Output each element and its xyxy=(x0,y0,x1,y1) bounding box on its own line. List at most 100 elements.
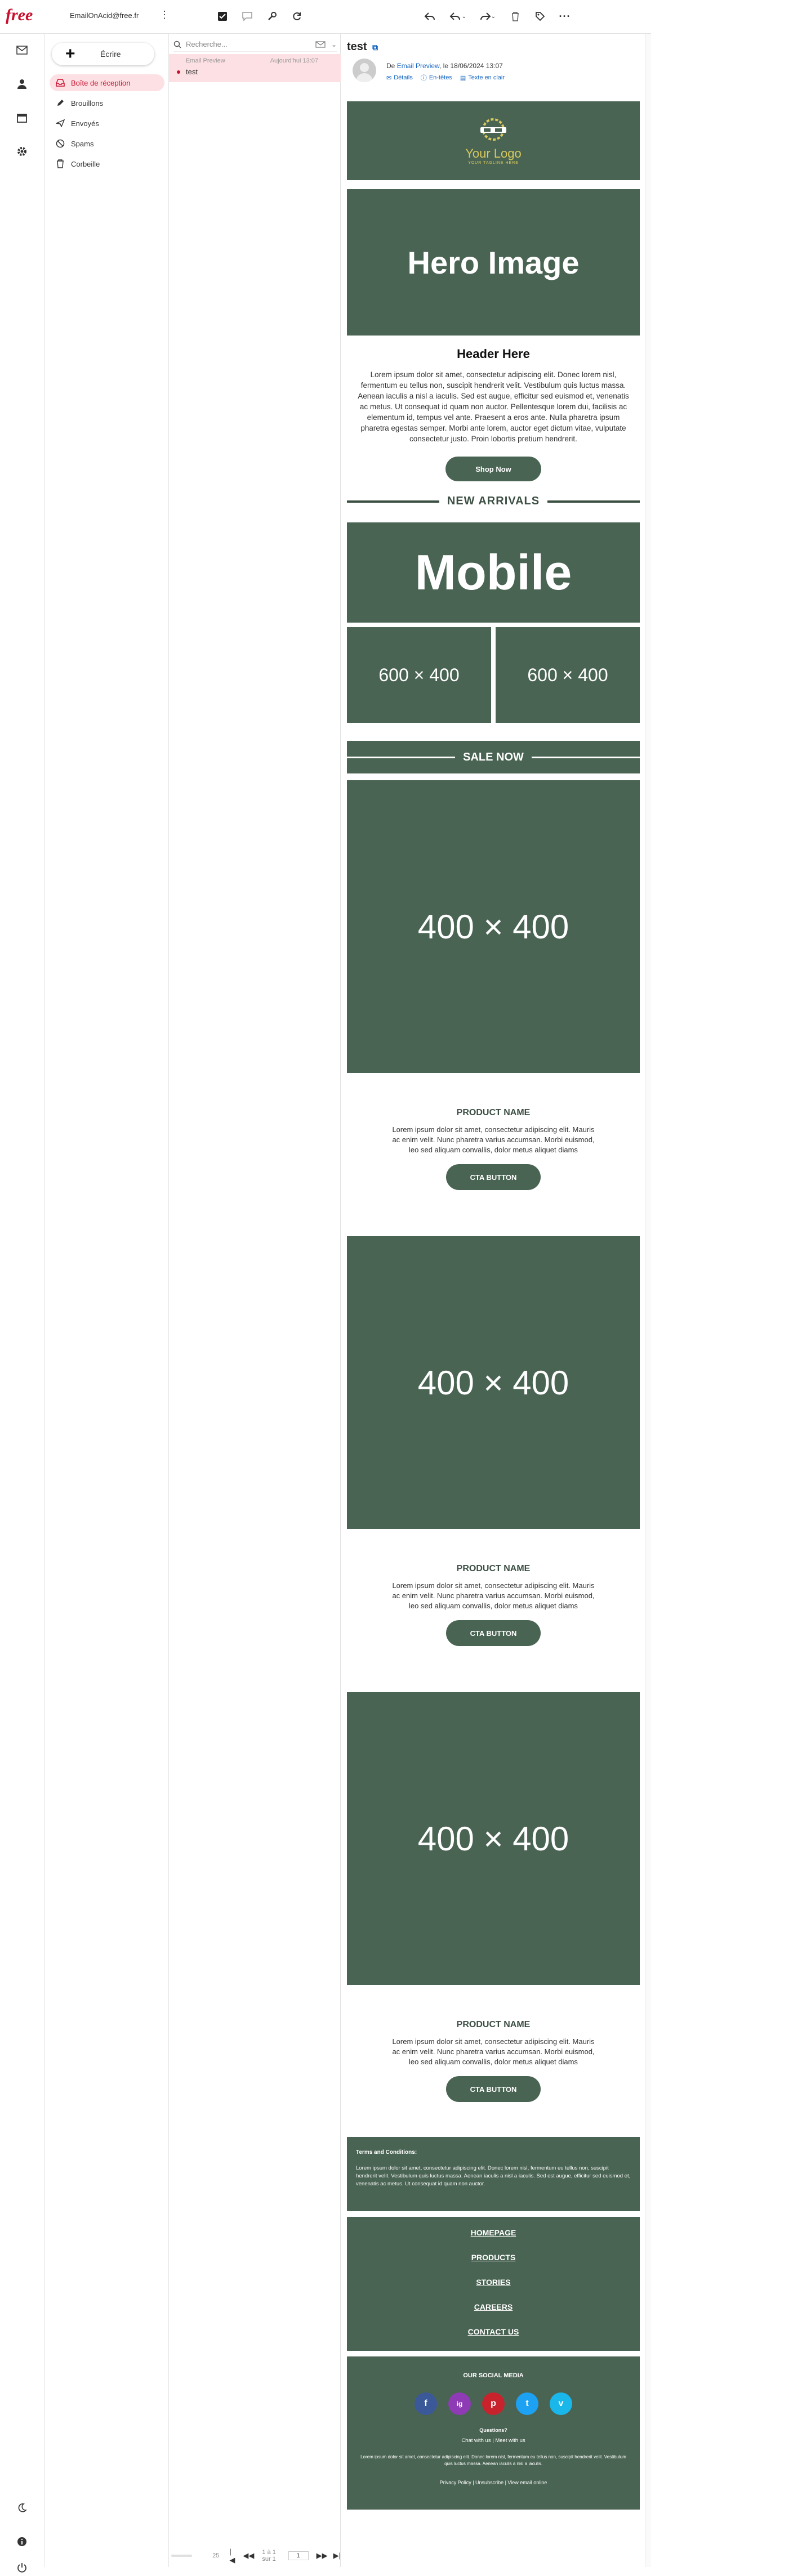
calendar-icon[interactable] xyxy=(14,109,30,126)
headers-label: En-têtes xyxy=(429,74,452,81)
chat-icon[interactable] xyxy=(239,8,256,25)
terms-block: Terms and Conditions: Lorem ipsum dolor … xyxy=(347,2137,640,2211)
facebook-icon[interactable]: f xyxy=(415,2392,437,2415)
product-block: 400 × 400 PRODUCT NAME Lorem ipsum dolor… xyxy=(347,780,640,1190)
vimeo-icon[interactable]: v xyxy=(550,2392,572,2415)
plain-text-link[interactable]: ▤ Texte en clair xyxy=(460,73,505,82)
email-body: Your Logo YOUR TAGLINE HERE Hero Image H… xyxy=(347,101,640,2510)
search-bar[interactable]: Recherche... ⌄ xyxy=(173,37,337,52)
account-email: EmailOnAcid@free.fr xyxy=(70,11,139,20)
list-item-date: Aujourd'hui 13:07 xyxy=(270,57,318,64)
hero-image: Hero Image xyxy=(347,189,640,336)
open-external-icon[interactable]: ⧉ xyxy=(372,43,378,52)
page-number-input[interactable]: 1 xyxy=(288,2551,309,2560)
sale-now-banner: SALE NOW xyxy=(347,741,640,773)
first-page-icon[interactable]: |◀ xyxy=(229,2547,235,2565)
pinterest-icon[interactable]: p xyxy=(482,2392,505,2415)
email-header: Header Here xyxy=(457,347,530,361)
nav-link-contact[interactable]: CONTACT US xyxy=(347,2327,640,2336)
cta-button[interactable]: CTA BUTTON xyxy=(446,1620,541,1646)
message-subject: test ⧉ xyxy=(347,41,378,53)
footer-links[interactable]: Privacy Policy | Unsubscribe | View emai… xyxy=(347,2480,640,2485)
shop-now-button[interactable]: Shop Now xyxy=(445,457,541,481)
last-page-icon[interactable]: ▶| xyxy=(333,2551,341,2560)
details-label: Détails xyxy=(394,74,413,81)
compose-button[interactable]: + Écrire xyxy=(52,43,154,65)
trash-icon[interactable] xyxy=(507,8,524,25)
list-pager: 25 |◀ ◀◀ 1 à 1 sur 1 1 ▶▶ ▶| xyxy=(169,2544,341,2567)
tag-icon[interactable] xyxy=(532,8,549,25)
app-rail xyxy=(0,34,45,2573)
product-image: 400 × 400 xyxy=(347,780,640,1073)
send-icon xyxy=(55,118,65,128)
refresh-icon[interactable] xyxy=(288,8,305,25)
envelope-icon: ✉ xyxy=(386,74,392,82)
chat-links[interactable]: Chat with us | Meet with us xyxy=(347,2438,640,2444)
document-icon: ▤ xyxy=(460,74,466,82)
terms-body: Lorem ipsum dolor sit amet, consectetur … xyxy=(356,2165,631,2187)
tile-image: 600 × 400 xyxy=(496,627,640,723)
cta-button[interactable]: CTA BUTTON xyxy=(446,2076,541,2102)
subject-text: test xyxy=(347,41,367,53)
product-name: PRODUCT NAME xyxy=(456,2020,531,2029)
pencil-icon xyxy=(55,98,65,108)
social-icons: f ig p t v xyxy=(347,2392,640,2415)
info-icon: ⓘ xyxy=(420,75,427,82)
page-size-slider[interactable] xyxy=(171,2555,193,2557)
new-arrivals-divider: NEW ARRIVALS xyxy=(347,495,640,508)
avatar xyxy=(353,59,376,82)
account-menu-icon[interactable]: ⋮ xyxy=(159,9,170,21)
product-desc: Lorem ipsum dolor sit amet, consectetur … xyxy=(392,1125,595,1154)
settings-gear-icon[interactable] xyxy=(14,143,30,160)
questions-label: Questions? xyxy=(479,2427,507,2433)
dark-mode-icon[interactable] xyxy=(14,2499,30,2516)
select-all-icon[interactable] xyxy=(214,8,231,25)
mail-icon[interactable] xyxy=(14,42,30,59)
logout-icon[interactable] xyxy=(14,2559,30,2576)
folder-spam[interactable]: Spams xyxy=(50,135,164,152)
folder-sent[interactable]: Envoyés xyxy=(50,115,164,132)
prev-page-icon[interactable]: ◀◀ xyxy=(243,2551,254,2560)
product-block: 400 × 400 PRODUCT NAME Lorem ipsum dolor… xyxy=(347,1236,640,1646)
chevron-down-icon[interactable]: ⌄ xyxy=(331,41,337,48)
cta-button[interactable]: CTA BUTTON xyxy=(446,1164,541,1190)
wrench-icon[interactable] xyxy=(264,8,280,25)
search-input[interactable]: Recherche... xyxy=(186,40,315,48)
brand-logo[interactable]: free xyxy=(6,6,33,25)
footer-body: Lorem ipsum dolor sit amet, consectetur … xyxy=(360,2454,626,2466)
product-name: PRODUCT NAME xyxy=(456,1564,531,1573)
message-reader: test ⧉ De Email Preview, le 18/06/2024 1… xyxy=(341,34,645,2567)
logo-emblem-icon xyxy=(480,118,506,141)
footer-nav: HOMEPAGE PRODUCTS STORIES CAREERS CONTAC… xyxy=(347,2217,640,2351)
instagram-icon[interactable]: ig xyxy=(448,2392,471,2415)
folder-inbox[interactable]: Boîte de réception xyxy=(50,74,164,91)
reply-all-icon[interactable]: ⌄ xyxy=(446,8,469,25)
nav-link-stories[interactable]: STORIES xyxy=(347,2278,640,2287)
more-icon[interactable]: ··· xyxy=(556,8,573,25)
nav-link-products[interactable]: PRODUCTS xyxy=(347,2253,640,2262)
sender-link[interactable]: Email Preview xyxy=(397,62,439,70)
nav-link-careers[interactable]: CAREERS xyxy=(347,2302,640,2311)
info-icon[interactable] xyxy=(14,2533,30,2550)
headers-link[interactable]: ⓘ En-têtes xyxy=(421,73,452,82)
envelope-filter-icon[interactable] xyxy=(315,41,326,48)
list-item-subject: test xyxy=(186,68,198,76)
contacts-icon[interactable] xyxy=(14,75,30,92)
sale-now-heading: SALE NOW xyxy=(463,750,524,763)
reader-scrollbar[interactable] xyxy=(645,34,651,2567)
folder-label: Brouillons xyxy=(71,99,104,108)
details-link[interactable]: ✉ Détails xyxy=(386,73,413,82)
block-icon xyxy=(55,138,65,149)
list-item[interactable]: Email Preview Aujourd'hui 13:07 test xyxy=(169,54,341,82)
forward-icon[interactable]: ⌄ xyxy=(476,8,499,25)
list-item-from: Email Preview xyxy=(186,57,225,64)
next-page-icon[interactable]: ▶▶ xyxy=(317,2551,328,2560)
folder-trash[interactable]: Corbeille xyxy=(50,155,164,172)
folder-label: Corbeille xyxy=(71,159,100,168)
product-desc: Lorem ipsum dolor sit amet, consectetur … xyxy=(392,1581,595,1610)
twitter-icon[interactable]: t xyxy=(516,2392,538,2415)
nav-link-homepage[interactable]: HOMEPAGE xyxy=(347,2228,640,2237)
reply-icon[interactable] xyxy=(421,8,438,25)
message-links: ✉ Détails ⓘ En-têtes ▤ Texte en clair xyxy=(386,73,505,82)
folder-drafts[interactable]: Brouillons xyxy=(50,95,164,111)
